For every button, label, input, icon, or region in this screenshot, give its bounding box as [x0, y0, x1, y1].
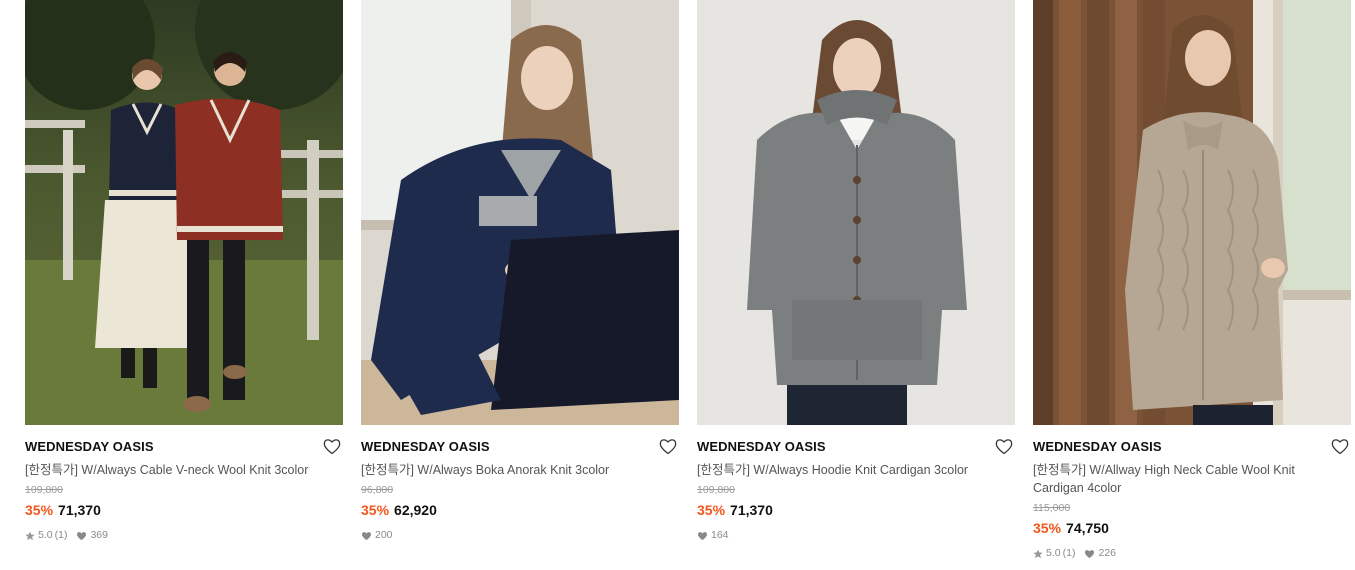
brand-name[interactable]: WEDNESDAY OASIS [697, 439, 1015, 455]
star-icon [1033, 549, 1043, 559]
product-stats: 5.0 (1) 369 [25, 529, 343, 542]
sale-price: 74,750 [1066, 520, 1109, 536]
original-price: 109,800 [25, 484, 63, 496]
product-title[interactable]: [한정특가] W/Always Boka Anorak Knit 3color [361, 461, 651, 479]
brand-name[interactable]: WEDNESDAY OASIS [1033, 439, 1351, 455]
wishlist-heart-icon[interactable] [323, 438, 341, 455]
original-price: 115,000 [1033, 502, 1071, 514]
likes: 369 [76, 529, 108, 542]
discount-rate: 35% [25, 502, 54, 518]
wishlist-heart-icon[interactable] [995, 438, 1013, 455]
rating: 5.0 (1) [1033, 547, 1075, 560]
original-price: 109,800 [697, 484, 735, 496]
heart-filled-icon [76, 531, 87, 541]
price-row: 35% 62,920 [361, 502, 679, 519]
heart-filled-icon [361, 531, 372, 541]
likes-count: 200 [375, 529, 393, 541]
sale-price: 62,920 [394, 502, 437, 518]
likes-count: 369 [90, 529, 108, 541]
product-title[interactable]: [한정특가] W/Allway High Neck Cable Wool Kni… [1033, 461, 1323, 497]
sale-price: 71,370 [730, 502, 773, 518]
brand-name[interactable]: WEDNESDAY OASIS [361, 439, 679, 455]
product-image[interactable] [1033, 0, 1351, 425]
likes-count: 226 [1098, 547, 1116, 559]
price-row: 35% 71,370 [697, 502, 1015, 519]
product-stats: 164 [697, 529, 1015, 542]
heart-filled-icon [1084, 549, 1095, 559]
review-count: (1) [54, 529, 68, 541]
price-row: 35% 74,750 [1033, 520, 1351, 537]
wishlist-heart-icon[interactable] [1331, 438, 1349, 455]
product-image[interactable] [697, 0, 1015, 425]
rating: 5.0 (1) [25, 529, 67, 542]
discount-rate: 35% [1033, 520, 1062, 536]
product-title[interactable]: [한정특가] W/Always Cable V-neck Wool Knit 3… [25, 461, 315, 479]
product-grid: WEDNESDAY OASIS [한정특가] W/Always Cable V-… [25, 0, 1351, 560]
likes: 226 [1084, 547, 1116, 560]
wishlist-heart-icon[interactable] [659, 438, 677, 455]
brand-name[interactable]: WEDNESDAY OASIS [25, 439, 343, 455]
product-image[interactable] [25, 0, 343, 425]
sale-price: 71,370 [58, 502, 101, 518]
product-card[interactable]: WEDNESDAY OASIS [한정특가] W/Allway High Nec… [1033, 0, 1351, 560]
heart-filled-icon [697, 531, 708, 541]
product-card[interactable]: WEDNESDAY OASIS [한정특가] W/Always Boka Ano… [361, 0, 679, 560]
product-image[interactable] [361, 0, 679, 425]
likes: 200 [361, 529, 393, 542]
product-stats: 5.0 (1) 226 [1033, 547, 1351, 560]
rating-value: 5.0 [38, 529, 53, 541]
price-row: 35% 71,370 [25, 502, 343, 519]
star-icon [25, 531, 35, 541]
likes: 164 [697, 529, 729, 542]
product-card[interactable]: WEDNESDAY OASIS [한정특가] W/Always Hoodie K… [697, 0, 1015, 560]
review-count: (1) [1062, 547, 1076, 559]
discount-rate: 35% [361, 502, 390, 518]
product-card[interactable]: WEDNESDAY OASIS [한정특가] W/Always Cable V-… [25, 0, 343, 560]
likes-count: 164 [711, 529, 729, 541]
rating-value: 5.0 [1046, 547, 1061, 559]
original-price: 96,800 [361, 484, 394, 496]
product-title[interactable]: [한정특가] W/Always Hoodie Knit Cardigan 3co… [697, 461, 987, 479]
product-stats: 200 [361, 529, 679, 542]
discount-rate: 35% [697, 502, 726, 518]
